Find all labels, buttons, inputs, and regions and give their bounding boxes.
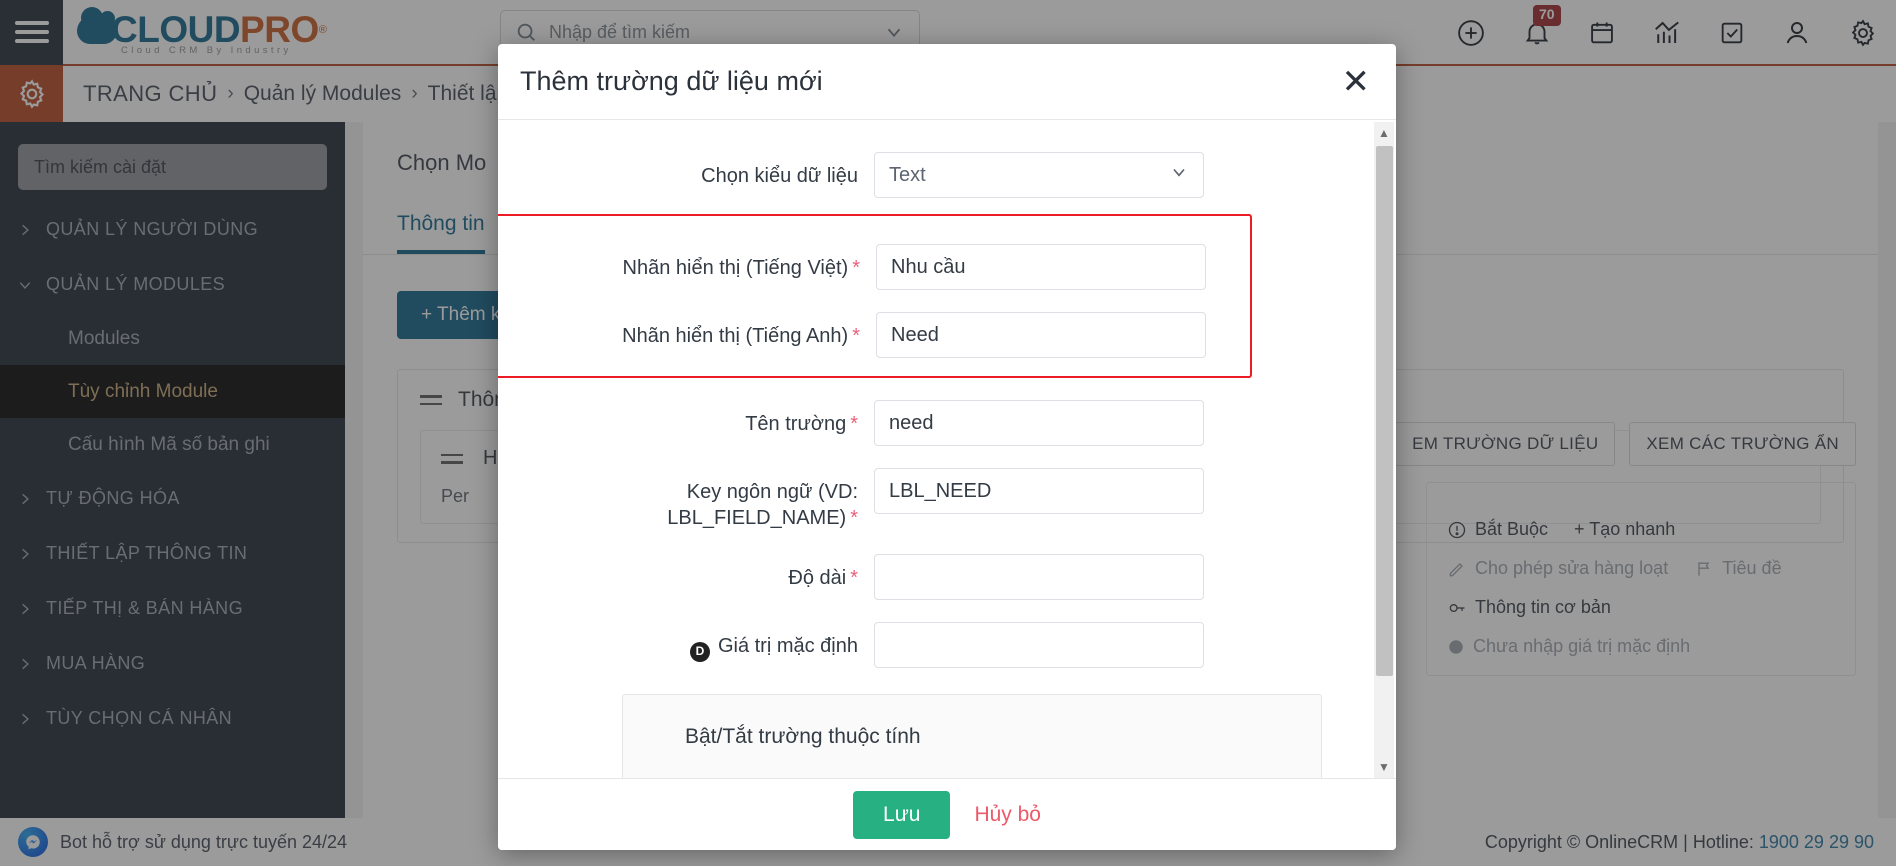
datatype-selected-value: Text [889, 163, 926, 186]
label-vi-text: Nhãn hiển thị (Tiếng Việt) [622, 257, 849, 279]
length-label: Độ dài * [498, 554, 858, 591]
field-row-label-en: Nhãn hiển thị (Tiếng Anh) * [500, 312, 1250, 358]
scroll-up-icon[interactable]: ▲ [1378, 122, 1390, 144]
cancel-button[interactable]: Hủy bỏ [974, 803, 1041, 827]
modal-title: Thêm trường dữ liệu mới [520, 66, 823, 96]
required-marker: * [850, 566, 858, 589]
default-indicator-icon: D [689, 641, 710, 662]
length-input[interactable] [874, 553, 1204, 600]
add-field-modal: Thêm trường dữ liệu mới ✕ Chọn kiểu dữ l… [498, 44, 1396, 850]
langkey-text: Key ngôn ngữ (VD: LBL_FIELD_NAME) [667, 481, 858, 530]
attribute-section-title: Bật/Tắt trường thuộc tính [685, 724, 921, 748]
label-en-input[interactable] [876, 312, 1206, 358]
required-marker: * [850, 413, 858, 435]
scroll-down-icon[interactable]: ▼ [1378, 756, 1390, 778]
chevron-down-icon [1169, 162, 1189, 188]
default-value-text: Giá trị mặc định [717, 634, 858, 657]
label-vi-input[interactable] [876, 244, 1206, 290]
label-fields-highlight: Nhãn hiển thị (Tiếng Việt)* Nhãn hiển th… [498, 214, 1252, 378]
close-icon[interactable]: ✕ [1342, 65, 1371, 99]
required-marker: * [850, 507, 858, 530]
required-marker: * [852, 325, 860, 347]
default-value-label: D Giá trị mặc định [498, 622, 858, 662]
modal-body: Chọn kiểu dữ liệu Text Nhãn hiển thị (Ti… [498, 120, 1396, 778]
field-row-default: D Giá trị mặc định [498, 621, 1370, 668]
modal-scrollbar[interactable]: ▲ ▼ [1374, 122, 1394, 778]
fieldname-text: Tên trường [745, 413, 847, 435]
save-button[interactable]: Lưu [853, 790, 951, 839]
required-marker: * [852, 257, 860, 279]
fieldname-label: Tên trường * [498, 400, 858, 437]
modal-form: Chọn kiểu dữ liệu Text Nhãn hiển thị (Ti… [498, 152, 1396, 778]
fieldname-input[interactable] [874, 400, 1204, 446]
field-row-fieldname: Tên trường * [498, 400, 1370, 446]
field-row-label-vi: Nhãn hiển thị (Tiếng Việt) * [500, 244, 1250, 290]
default-value-input[interactable] [874, 621, 1204, 668]
label-vi-label: Nhãn hiển thị (Tiếng Việt) * [500, 244, 860, 281]
datatype-select[interactable]: Text [874, 152, 1204, 198]
langkey-label: Key ngôn ngữ (VD: LBL_FIELD_NAME) * [498, 468, 858, 532]
label-en-text: Nhãn hiển thị (Tiếng Anh) [622, 325, 849, 347]
application-window: CLOUDPRO® Cloud CRM By Industry Nhập để … [0, 0, 1896, 866]
field-row-length: Độ dài * [498, 553, 1370, 600]
scrollbar-thumb[interactable] [1375, 146, 1393, 676]
modal-header: Thêm trường dữ liệu mới ✕ [498, 44, 1396, 120]
langkey-input[interactable] [874, 468, 1204, 514]
label-en-label: Nhãn hiển thị (Tiếng Anh) * [500, 312, 860, 349]
length-text: Độ dài [788, 566, 847, 589]
attribute-toggles-card: Bật/Tắt trường thuộc tính Bắt buộc nhập [622, 693, 1322, 778]
field-row-datatype: Chọn kiểu dữ liệu Text [498, 152, 1370, 198]
modal-footer: Lưu Hủy bỏ [498, 778, 1396, 850]
field-row-langkey: Key ngôn ngữ (VD: LBL_FIELD_NAME) * [498, 468, 1370, 532]
datatype-label: Chọn kiểu dữ liệu [701, 165, 858, 187]
